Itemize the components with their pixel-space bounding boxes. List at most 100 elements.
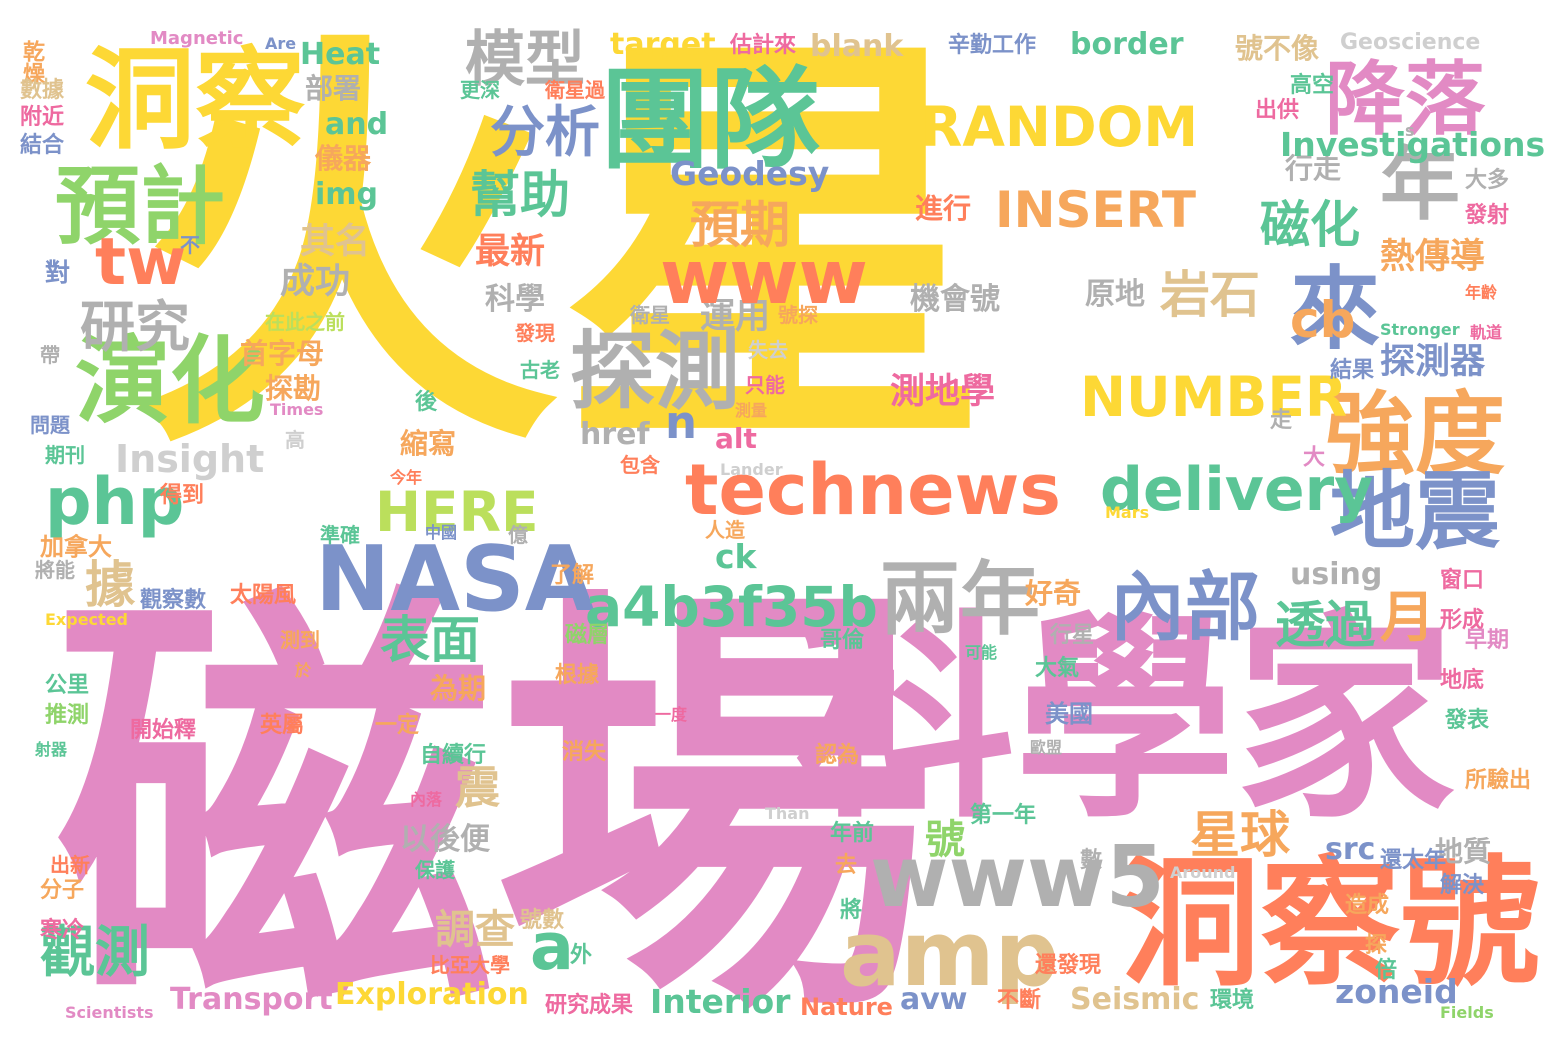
cloud-word: 更深	[460, 78, 500, 102]
cloud-word: 保護	[415, 858, 455, 882]
cloud-word: 部署	[305, 72, 362, 105]
cloud-word: Insight	[115, 437, 265, 481]
cloud-word: 環境	[1210, 988, 1255, 1013]
cloud-word: 結合	[20, 133, 65, 158]
cloud-word: 號不像	[1235, 32, 1320, 65]
cloud-word: 大多	[1465, 168, 1510, 193]
cloud-word: 準確	[320, 523, 360, 547]
cloud-word: INSERT	[995, 181, 1196, 239]
cloud-word: 測量	[735, 401, 768, 420]
cloud-word: 窗口	[1440, 568, 1485, 593]
cloud-word: 內部	[1110, 563, 1261, 651]
cloud-word: 首字母	[240, 337, 325, 370]
cloud-word: 射器	[35, 740, 68, 759]
cloud-word: 據	[85, 556, 135, 614]
cloud-word: 號數	[520, 908, 565, 933]
word-cloud: 火星 磁場 科學家 洞察號 洞察 團隊 降落 預計 演化 年 來 強度 地震 探…	[0, 0, 1548, 1052]
cloud-word: 問題	[30, 413, 70, 437]
cloud-word: 年前	[830, 821, 875, 846]
cloud-word: 造成	[1345, 893, 1390, 918]
cloud-word: 將	[840, 898, 863, 923]
cloud-word: 為期	[430, 672, 487, 705]
cloud-word: 年齡	[1465, 283, 1498, 302]
cloud-word: 可能	[965, 643, 998, 662]
cloud-word: 數據	[20, 78, 65, 103]
cloud-word: img	[315, 177, 379, 212]
cloud-word: 倍	[1375, 958, 1398, 983]
cloud-word: 熱傳導	[1380, 237, 1486, 277]
cloud-word: 附近	[20, 105, 65, 130]
cloud-word: avw	[900, 982, 968, 1017]
cloud-word: 大氣	[1035, 656, 1080, 681]
cloud-word: 還太年	[1380, 848, 1447, 873]
cloud-word: Around	[1170, 863, 1236, 882]
cloud-word: 科學	[485, 282, 545, 317]
cloud-word: 還發現	[1035, 953, 1102, 978]
cloud-word: Times	[270, 400, 324, 419]
cloud-word: 中國	[425, 523, 458, 542]
cloud-word: 估計來	[730, 33, 797, 58]
cloud-word: ck	[715, 537, 757, 576]
cloud-word: 出供	[1255, 98, 1300, 123]
cloud-word: 內落	[410, 790, 443, 809]
cloud-word: 幫助	[470, 166, 570, 224]
cloud-word: 根據	[555, 663, 600, 688]
cloud-word: 結果	[1330, 358, 1375, 383]
cloud-word: 機會號	[910, 282, 1000, 317]
cloud-word: 包含	[620, 453, 660, 477]
cloud-word: 公里	[45, 673, 90, 698]
cloud-word: 研究	[80, 295, 191, 359]
cloud-word: Exploration	[335, 977, 529, 1012]
cloud-word: 探測器	[1380, 342, 1486, 382]
cloud-word: 在此之前	[265, 310, 345, 334]
cloud-word: 星球	[1190, 806, 1290, 864]
cloud-word: 期刊	[45, 443, 85, 467]
cloud-word: 行星	[1050, 623, 1095, 648]
cloud-word: 人造	[705, 518, 745, 542]
cloud-word: 出新	[50, 853, 90, 877]
cloud-word: 外	[570, 943, 593, 968]
cloud-word: blank	[810, 29, 904, 64]
cloud-word: Magnetic	[150, 28, 244, 49]
cloud-word: 將能	[35, 558, 75, 582]
cloud-word: 透過	[1275, 596, 1375, 654]
cloud-word: using	[1290, 557, 1383, 592]
cloud-word: Than	[765, 804, 810, 823]
cloud-word: cb	[1290, 291, 1356, 349]
cloud-word: 進行	[915, 192, 972, 225]
cloud-word: 以後便	[400, 822, 490, 857]
cloud-word: 不斷	[997, 988, 1042, 1013]
cloud-word: 只能	[745, 373, 785, 397]
cloud-word: www	[660, 233, 868, 321]
cloud-word: 地底	[1440, 668, 1485, 693]
cloud-word: Geoscience	[1340, 30, 1481, 55]
cloud-word: 早期	[1465, 628, 1510, 653]
cloud-word: 開始釋	[130, 718, 197, 743]
cloud-word: 了解	[550, 563, 595, 588]
cloud-word: Are	[265, 34, 297, 53]
cloud-word: 所驗出	[1465, 768, 1532, 793]
cloud-word: 後	[415, 390, 438, 415]
cloud-word: 比亞大學	[430, 953, 510, 977]
cloud-word: Seismic	[1070, 982, 1200, 1017]
cloud-word: 磁層	[565, 623, 610, 648]
cloud-word: Nature	[800, 993, 893, 1021]
cloud-word: n	[665, 396, 698, 449]
cloud-word: 號探	[778, 303, 818, 327]
cloud-word: 帶	[40, 343, 60, 367]
cloud-word: 發射	[1465, 203, 1510, 228]
cloud-word: 認為	[815, 743, 860, 768]
cloud-word: Heat	[300, 37, 381, 72]
cloud-word: Geodesy	[670, 154, 830, 193]
cloud-word: Transport	[170, 982, 333, 1017]
cloud-word: target	[610, 27, 716, 62]
cloud-word: 高	[285, 428, 305, 452]
cloud-word: 探	[1365, 933, 1388, 958]
cloud-word: 加拿大	[40, 533, 112, 561]
cloud-word: a4b3f35b	[585, 575, 878, 639]
cloud-word: 原地	[1085, 277, 1145, 312]
cloud-word: Fields	[1440, 1003, 1494, 1022]
cloud-word: 衛星過	[545, 78, 605, 102]
cloud-word: 太陽風	[230, 583, 297, 608]
cloud-word: 不	[180, 233, 200, 257]
